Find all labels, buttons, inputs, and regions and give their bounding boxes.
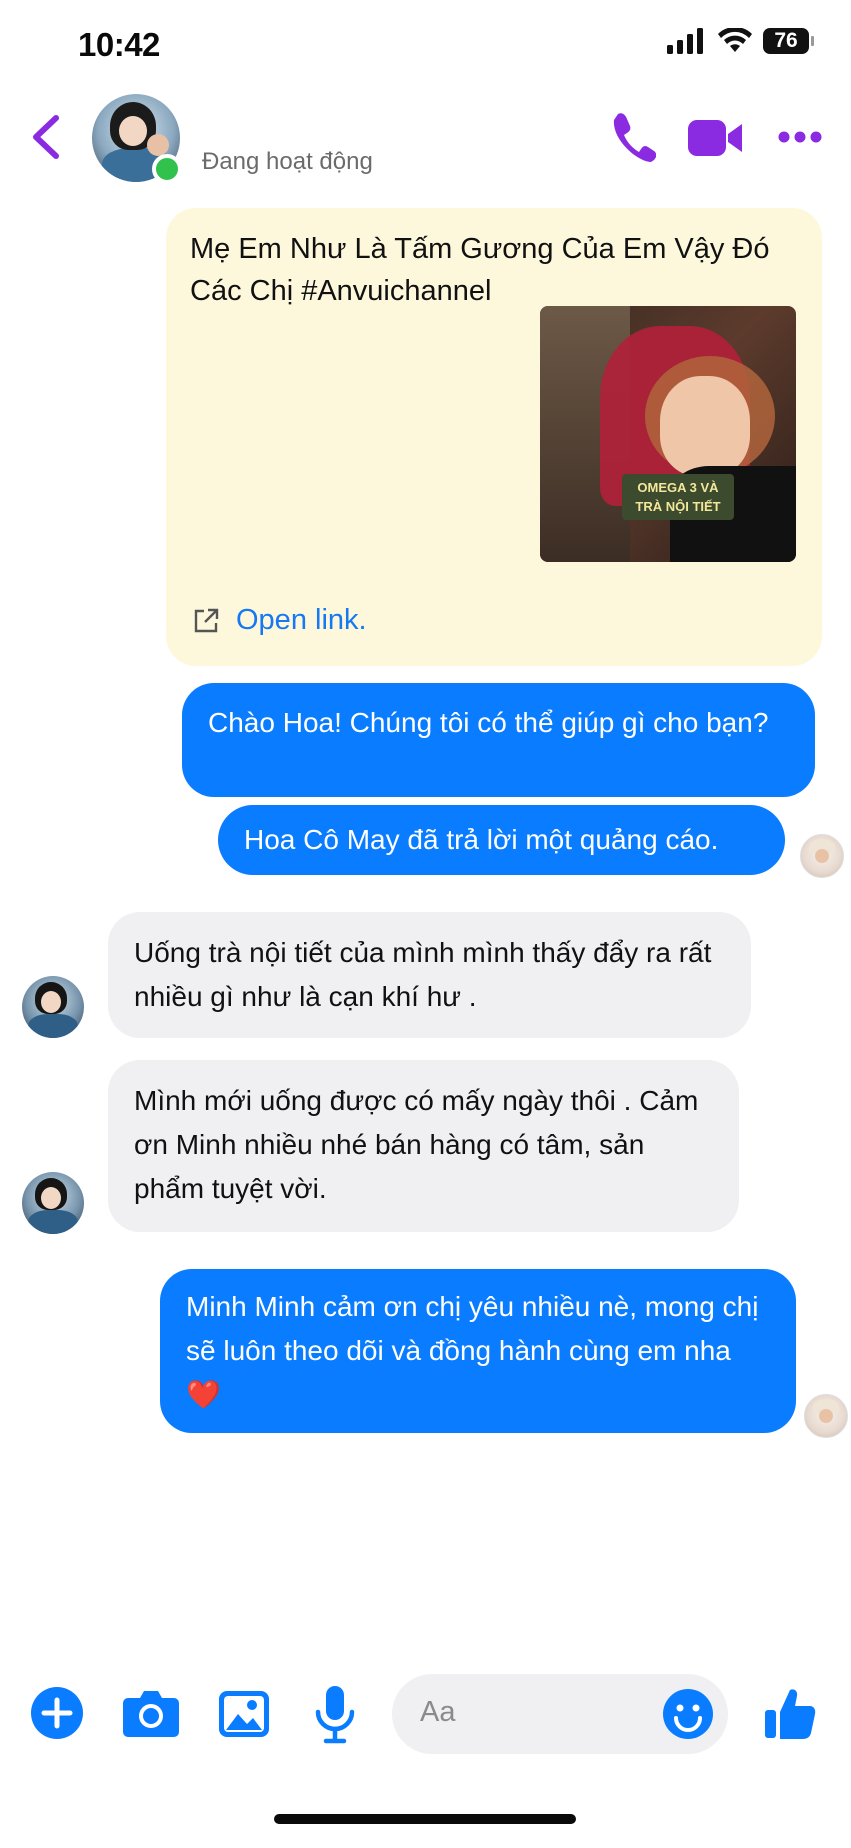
link-preview-title: Mẹ Em Như Là Tấm Gương Của Em Vậy Đó Các… — [190, 233, 770, 307]
message-input[interactable]: Aa — [392, 1674, 728, 1754]
cellular-signal-icon — [667, 28, 703, 54]
status-time: 10:42 — [78, 26, 160, 63]
outgoing-message[interactable]: Minh Minh cảm ơn chị yêu nhiều nè, mong … — [160, 1269, 796, 1433]
phone-call-icon[interactable] — [608, 110, 656, 162]
camera-icon[interactable] — [122, 1688, 180, 1738]
more-options-icon[interactable] — [778, 130, 822, 144]
gallery-icon[interactable] — [218, 1690, 270, 1738]
online-status-dot — [152, 154, 182, 184]
contact-avatar[interactable] — [92, 94, 182, 184]
incoming-message[interactable]: Mình mới uống được có mấy ngày thôi . Cả… — [108, 1060, 739, 1232]
contact-avatar-small[interactable] — [22, 1172, 84, 1234]
link-preview-thumbnail[interactable]: OMEGA 3 VÀ TRÀ NỘI TIẾT — [540, 306, 796, 562]
wifi-icon — [718, 28, 752, 52]
thumbnail-caption-line-2: TRÀ NỘI TIẾT — [635, 499, 721, 514]
status-icons: 76 — [667, 28, 814, 54]
thumbs-up-icon[interactable] — [764, 1686, 816, 1740]
sender-avatar — [800, 834, 844, 878]
message-text: Minh Minh cảm ơn chị yêu nhiều nè, mong … — [186, 1291, 759, 1366]
video-call-icon[interactable] — [688, 118, 744, 158]
battery-indicator: 76 — [763, 28, 814, 54]
contact-avatar-small[interactable] — [22, 976, 84, 1038]
outgoing-message[interactable]: Hoa Cô May đã trả lời một quảng cáo. — [218, 805, 785, 875]
heart-emoji: ❤️ — [186, 1379, 221, 1410]
incoming-message[interactable]: Uống trà nội tiết của mình mình thấy đẩy… — [108, 912, 751, 1038]
thumbnail-caption: OMEGA 3 VÀ TRÀ NỘI TIẾT — [622, 474, 734, 520]
emoji-icon[interactable] — [662, 1688, 714, 1740]
thumbnail-caption-line-1: OMEGA 3 VÀ — [637, 480, 719, 495]
message-input-placeholder: Aa — [420, 1696, 456, 1728]
plus-icon[interactable] — [30, 1686, 84, 1740]
home-indicator[interactable] — [274, 1814, 576, 1824]
sender-avatar — [804, 1394, 848, 1438]
back-chevron-icon[interactable] — [28, 112, 64, 162]
outgoing-message[interactable]: Chào Hoa! Chúng tôi có thể giúp gì cho b… — [182, 683, 815, 797]
open-link-button[interactable]: Open link. — [192, 604, 367, 637]
external-link-icon — [194, 608, 219, 632]
link-preview-card[interactable]: Mẹ Em Như Là Tấm Gương Của Em Vậy Đó Các… — [166, 208, 822, 666]
open-link-label: Open link. — [236, 604, 367, 636]
presence-status: Đang hoạt động — [202, 148, 373, 175]
microphone-icon[interactable] — [314, 1684, 356, 1744]
